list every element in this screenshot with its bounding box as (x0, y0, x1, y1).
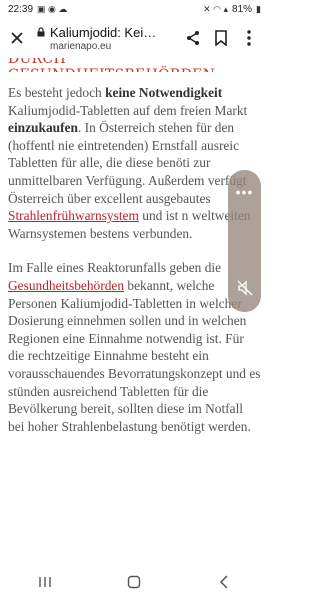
status-bar: 22:39 ▣ ◉ ☁ ✕ ◠ ▴ 81% ▮ (0, 0, 269, 18)
p1-text-2: Kaliumjodid-Tabletten auf dem freien Mar… (8, 102, 248, 118)
recents-icon (39, 577, 51, 587)
p1-text-1: Es besteht jedoch (8, 85, 106, 100)
p2-text-1: Im Falle eines Reaktorunfalls geben die (8, 260, 222, 276)
share-button[interactable] (179, 24, 207, 52)
home-icon (128, 575, 141, 589)
battery-level: 81% (232, 3, 253, 15)
bookmark-button[interactable] (207, 24, 235, 52)
battery-icon: ▮ (256, 3, 261, 14)
mute-icon[interactable] (237, 280, 253, 296)
paragraph-1: Es besteht jedoch keine Notwendigkeit Ka… (8, 84, 261, 242)
share-icon (187, 31, 199, 45)
p2-text-2: bekannt, welche Personen Kaliumjodid-Tab… (8, 277, 261, 434)
article-body: Es besteht jedoch keine Notwendigkeit Ka… (8, 84, 261, 452)
recents-button[interactable] (25, 567, 65, 597)
signal-icons: ✕ ◠ ▴ (203, 3, 229, 14)
p1-bold-2: einzukaufen (8, 120, 78, 136)
lock-icon (37, 27, 45, 37)
more-vert-icon (247, 30, 251, 46)
section-heading: durch Gesundheitsbehörden (0, 58, 269, 72)
panel-more-icon[interactable]: ••• (228, 184, 261, 200)
more-button[interactable] (235, 24, 263, 52)
section-heading-text: durch Gesundheitsbehörden (8, 58, 215, 72)
custom-tab-toolbar: Kaliumjodid: Kei… marienapo.eu (0, 18, 269, 58)
close-button[interactable] (6, 27, 28, 49)
paragraph-2: Im Falle eines Reaktorunfalls geben die … (8, 259, 261, 435)
status-left: 22:39 ▣ ◉ ☁ (8, 4, 67, 15)
system-nav-bar (0, 564, 269, 600)
p1-bold-1: keine Notwendigkeit (105, 85, 223, 100)
page-title: Kaliumjodid: Kei… (50, 24, 157, 40)
back-icon (220, 575, 228, 589)
title-block[interactable]: Kaliumjodid: Kei… marienapo.eu (36, 25, 179, 52)
status-right: ✕ ◠ ▴ 81% ▮ (203, 4, 261, 15)
link-strahlenfruehwarnsystem[interactable]: Strahlenfrühwarnsystem (8, 208, 139, 223)
link-gesundheitsbehoerden[interactable]: Gesundheitsbehörden (8, 278, 124, 293)
close-icon (11, 32, 23, 44)
bookmark-icon (215, 30, 227, 46)
back-button[interactable] (204, 567, 244, 597)
status-time: 22:39 (8, 3, 34, 15)
page-url: marienapo.eu (50, 40, 112, 52)
home-button[interactable] (114, 567, 154, 597)
notification-icons: ▣ ◉ ☁ (37, 3, 68, 14)
floating-media-panel[interactable]: ••• (228, 170, 261, 312)
